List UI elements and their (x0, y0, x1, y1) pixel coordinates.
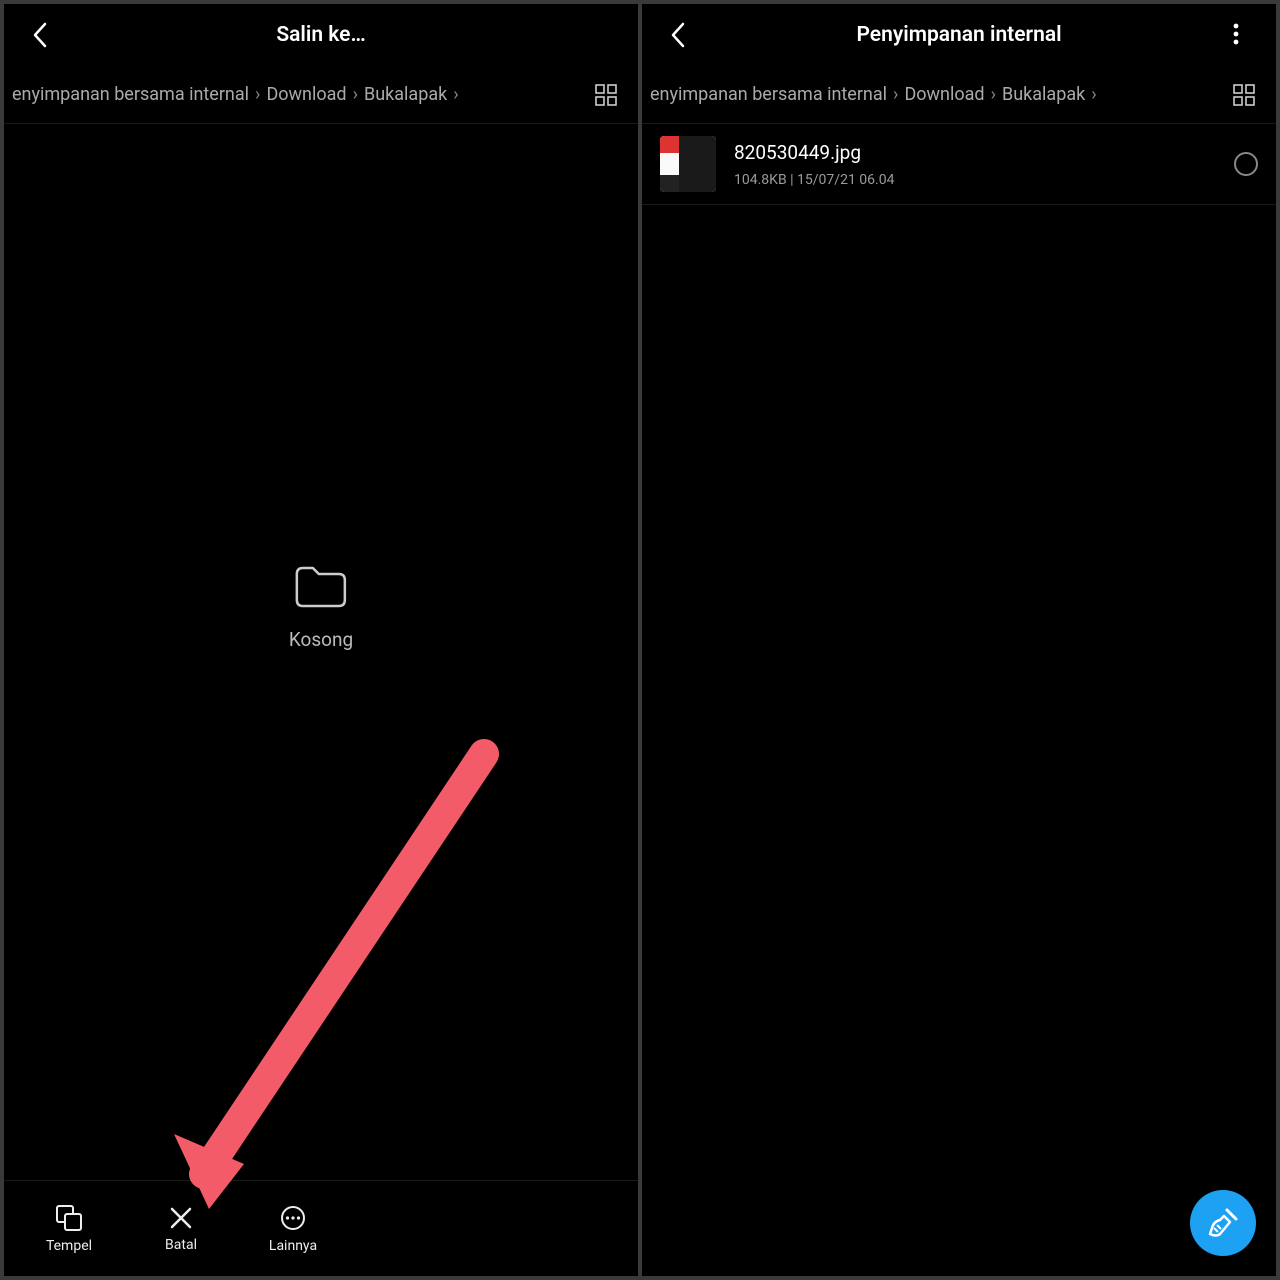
back-button[interactable] (658, 15, 698, 55)
paste-icon (54, 1204, 84, 1232)
chevron-right-icon: › (1091, 84, 1096, 105)
select-checkbox[interactable] (1234, 152, 1258, 176)
breadcrumb: enyimpanan bersama internal › Download ›… (12, 84, 580, 105)
chevron-left-icon (31, 21, 49, 49)
chevron-right-icon: › (453, 84, 458, 105)
page-title: Penyimpanan internal (856, 23, 1061, 47)
paste-button[interactable]: Tempel (34, 1204, 104, 1254)
annotation-arrow (134, 734, 504, 1214)
breadcrumb-bar: enyimpanan bersama internal › Download ›… (642, 66, 1276, 124)
chevron-right-icon: › (893, 84, 898, 105)
view-toggle-button[interactable] (588, 77, 624, 113)
file-thumbnail (660, 136, 716, 192)
breadcrumb: enyimpanan bersama internal › Download ›… (650, 84, 1218, 105)
header: Salin ke… (4, 4, 638, 66)
crumb-bukalapak[interactable]: Bukalapak (1002, 84, 1085, 105)
grid-icon (1233, 84, 1255, 106)
paste-label: Tempel (46, 1238, 92, 1254)
file-name: 820530449.jpg (734, 141, 1234, 164)
kebab-icon (1233, 23, 1239, 45)
page-title: Salin ke… (276, 23, 365, 47)
close-icon (168, 1205, 194, 1231)
clean-fab[interactable] (1190, 1190, 1256, 1256)
chevron-right-icon: › (991, 84, 996, 105)
empty-state: Kosong (289, 564, 353, 651)
chevron-right-icon: › (255, 84, 260, 105)
bottom-action-bar: Tempel Batal Lainnya (4, 1180, 638, 1276)
overflow-menu-button[interactable] (1216, 14, 1256, 54)
view-toggle-button[interactable] (1226, 77, 1262, 113)
chevron-right-icon: › (353, 84, 358, 105)
back-button[interactable] (20, 15, 60, 55)
breadcrumb-bar: enyimpanan bersama internal › Download ›… (4, 66, 638, 124)
file-meta: 104.8KB | 15/07/21 06.04 (734, 172, 1234, 188)
chevron-left-icon (669, 21, 687, 49)
broom-icon (1206, 1206, 1240, 1240)
more-button[interactable]: Lainnya (258, 1204, 328, 1254)
crumb-storage[interactable]: enyimpanan bersama internal (12, 84, 249, 105)
empty-label: Kosong (289, 628, 353, 651)
header: Penyimpanan internal (642, 4, 1276, 66)
file-row[interactable]: 820530449.jpg 104.8KB | 15/07/21 06.04 (642, 124, 1276, 205)
crumb-storage[interactable]: enyimpanan bersama internal (650, 84, 887, 105)
cancel-label: Batal (165, 1237, 197, 1253)
crumb-download[interactable]: Download (904, 84, 984, 105)
more-icon (279, 1204, 307, 1232)
more-label: Lainnya (269, 1238, 317, 1254)
file-info: 820530449.jpg 104.8KB | 15/07/21 06.04 (734, 141, 1234, 188)
crumb-bukalapak[interactable]: Bukalapak (364, 84, 447, 105)
crumb-download[interactable]: Download (266, 84, 346, 105)
cancel-button[interactable]: Batal (146, 1205, 216, 1253)
right-pane: Penyimpanan internal enyimpanan bersama … (642, 4, 1276, 1276)
folder-icon (293, 564, 349, 610)
grid-icon (595, 84, 617, 106)
left-pane: Salin ke… enyimpanan bersama internal › … (4, 4, 638, 1276)
